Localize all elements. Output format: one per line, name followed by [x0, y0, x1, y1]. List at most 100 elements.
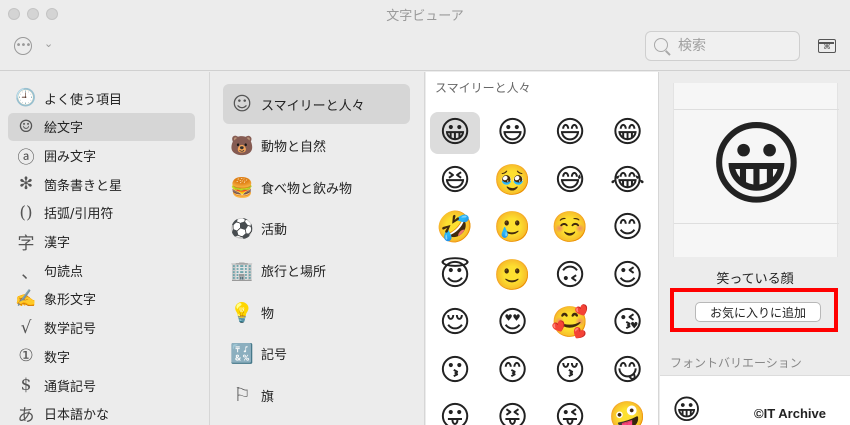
emoji-cell[interactable]: 😋: [603, 350, 653, 392]
emoji-cell[interactable]: 😝: [488, 397, 538, 425]
sidebar-item-label: 日本語かな: [44, 408, 110, 424]
emoji-cell[interactable]: 😗: [430, 350, 480, 392]
add-to-favorites-button[interactable]: お気に入りに追加: [695, 302, 821, 322]
keyboard-viewer-icon[interactable]: [818, 39, 836, 53]
emoji-cell[interactable]: 😊: [603, 207, 653, 249]
emoji-cell[interactable]: 🥲: [488, 207, 538, 249]
preview-emoji: 😀: [708, 111, 805, 218]
window-title: 文字ビューア: [386, 9, 464, 24]
sidebar-item-label: 漢字: [44, 236, 71, 251]
emoji-cell[interactable]: 🙃: [545, 255, 595, 297]
sidebar-item[interactable]: $ 通貨記号: [8, 371, 195, 399]
category-item[interactable]: ⚽ 活動: [223, 209, 410, 249]
emoji-cell[interactable]: 😅: [545, 160, 595, 202]
category-item-label: スマイリーと人々: [261, 98, 365, 114]
emoji-cell[interactable]: 😄: [545, 112, 595, 154]
chevron-down-icon[interactable]: ⌄: [44, 37, 53, 50]
sidebar-item-label: 象形文字: [44, 293, 97, 309]
sidebar-item[interactable]: 🕘 よく使う項目: [8, 84, 195, 112]
emoji-cell[interactable]: 😂: [603, 160, 653, 202]
category-item-icon: 🏢: [230, 259, 254, 282]
sidebar-item-icon: (): [19, 202, 33, 223]
emoji-cell[interactable]: 😛: [430, 397, 480, 425]
category-item-icon: ☺: [232, 93, 252, 115]
category-item-label: 動物と自然: [261, 140, 327, 156]
emoji-cell[interactable]: 🤣: [430, 207, 480, 249]
sidebar-item[interactable]: ✻ 箇条書きと星: [8, 170, 195, 198]
category-item[interactable]: 🏢 旅行と場所: [223, 250, 410, 290]
category-item[interactable]: 🍔 食べ物と飲み物: [223, 167, 410, 207]
emoji-cell[interactable]: 😍: [488, 302, 538, 344]
emoji-cell[interactable]: 😚: [545, 350, 595, 392]
preview-guide-line: [674, 109, 839, 110]
emoji-grid: スマイリーと人々 😀 😃 😄 😁 😆 🥹 😅 😂 🤣 🥲 ☺️ 😊 😇 🙂 🙃 😉 😌 😍 🥰 😘 😗 😙 😚 😋 😛 😝 😜 🤪: [426, 72, 659, 425]
category-item-label: 食べ物と飲み物: [261, 181, 353, 197]
sidebar-item-icon: ✻: [18, 174, 34, 195]
emoji-cell[interactable]: 🤪: [603, 397, 653, 425]
category-item[interactable]: ☺ スマイリーと人々: [223, 84, 410, 124]
sidebar: 🕘 よく使う項目 ☺ 絵文字 ⓐ 囲み文字 ✻ 箇条書きと星 () 括弧/引用符字漢字 ､ 句読点 ✍ 象…: [0, 72, 210, 425]
category-item-label: 活動: [261, 223, 288, 239]
sidebar-item[interactable]: √ 数学記号: [8, 314, 195, 342]
emoji-cell[interactable]: 😙: [488, 350, 538, 392]
emoji-cell[interactable]: 🥰: [545, 302, 595, 344]
emoji-cell[interactable]: 😀: [430, 112, 480, 154]
grid-title: スマイリーと人々: [435, 81, 531, 95]
watermark: ©IT Archive: [754, 406, 826, 421]
sidebar-item-icon: ､: [21, 262, 31, 283]
sidebar-item-label: 句読点: [44, 264, 84, 280]
sidebar-item-icon: $: [20, 375, 32, 395]
emoji-cell[interactable]: 😘: [603, 302, 653, 344]
search-field[interactable]: [645, 31, 800, 61]
font-variation-emoji[interactable]: 😀: [672, 396, 701, 424]
category-item[interactable]: 🔣 記号: [223, 334, 410, 374]
emoji-name: 笑っている顔: [716, 272, 794, 287]
category-item-icon: 🐻: [230, 135, 254, 158]
sidebar-item[interactable]: ､ 句読点: [8, 256, 195, 284]
sidebar-item[interactable]: () 括弧/引用符: [8, 199, 195, 227]
category-item-icon: 🔣: [230, 343, 254, 366]
preview-guide-line: [674, 223, 839, 224]
sidebar-item-icon: ✍: [15, 288, 37, 309]
category-item[interactable]: 🐻 動物と自然: [223, 126, 410, 166]
window-titlebar: 文字ビューア ••• ⌄: [0, 0, 850, 71]
emoji-cell[interactable]: 🥹: [488, 160, 538, 202]
detail-pane: 😀 笑っている顔 お気に入りに追加 フォントバリエーション 😀 ©IT Arch…: [660, 72, 850, 425]
search-input[interactable]: [678, 36, 793, 56]
sidebar-item[interactable]: ☺ 絵文字: [8, 112, 195, 141]
category-item-icon: 💡: [230, 301, 254, 324]
sidebar-item-icon: 🕘: [15, 88, 37, 108]
sidebar-item-icon: √: [20, 317, 32, 338]
emoji-cell[interactable]: 😉: [603, 255, 653, 297]
sidebar-item[interactable]: 字漢字: [8, 228, 195, 256]
category-item-label: 旅行と場所: [261, 264, 327, 280]
emoji-cell[interactable]: 😁: [603, 112, 653, 154]
emoji-cell[interactable]: 😌: [430, 302, 480, 344]
category-item[interactable]: ⚐ 旗: [223, 375, 410, 415]
ellipsis-circle-icon[interactable]: •••: [14, 37, 32, 55]
category-list: ☺ スマイリーと人々 🐻 動物と自然 🍔 食べ物と飲み物 ⚽ 活動 🏢 旅行と場所 💡 物 🔣 記号 ⚐ 旗: [211, 72, 425, 425]
emoji-cell[interactable]: 😜: [545, 397, 595, 425]
emoji-cell[interactable]: 😇: [430, 255, 480, 297]
sidebar-item-icon: あ: [17, 406, 35, 425]
category-item-label: 旗: [261, 389, 275, 405]
search-icon: [654, 38, 668, 52]
emoji-cell[interactable]: 😃: [488, 112, 538, 154]
sidebar-item-label: 数字: [44, 350, 71, 366]
category-item-label: 記号: [261, 348, 288, 364]
sidebar-item-icon: 字: [17, 234, 35, 254]
category-item-icon: 🍔: [230, 176, 254, 199]
emoji-preview: 😀: [673, 83, 839, 257]
emoji-cell[interactable]: 😆: [430, 160, 480, 202]
sidebar-item-icon: ①: [18, 346, 34, 367]
emoji-cell[interactable]: 🙂: [488, 255, 538, 297]
sidebar-item[interactable]: あ日本語かな: [8, 400, 195, 425]
sidebar-item[interactable]: ✍ 象形文字: [8, 285, 195, 313]
sidebar-item-icon: ☺: [18, 116, 34, 137]
category-item-icon: ⚽: [230, 218, 254, 241]
sidebar-item[interactable]: ⓐ 囲み文字: [8, 141, 195, 169]
sidebar-item[interactable]: ① 数字: [8, 342, 195, 370]
emoji-cell[interactable]: ☺️: [545, 207, 595, 249]
category-item[interactable]: 💡 物: [223, 292, 410, 332]
category-item-icon: ⚐: [233, 384, 251, 407]
